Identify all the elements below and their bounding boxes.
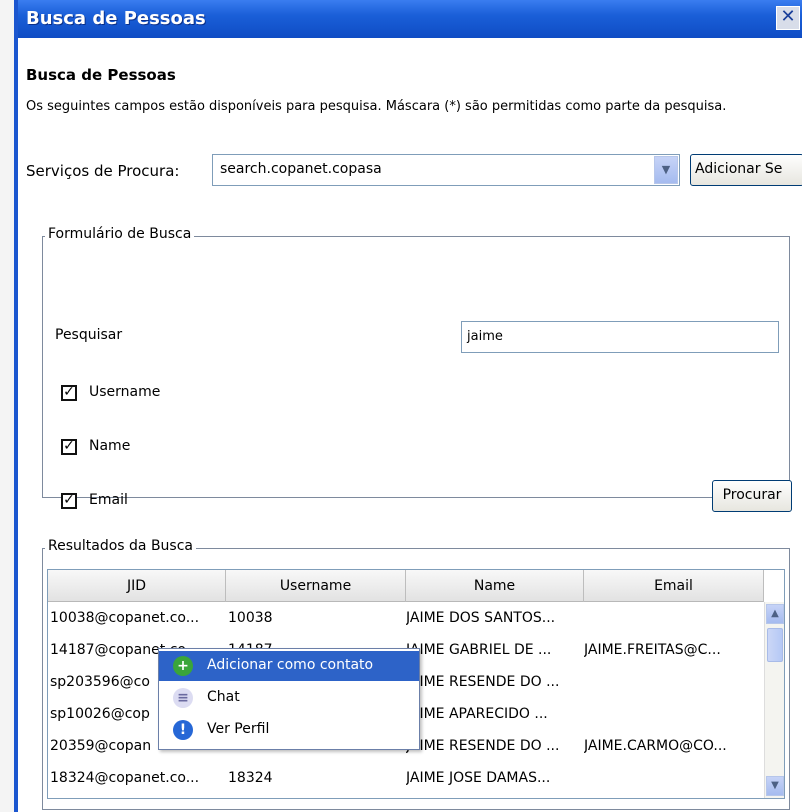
table-row[interactable]: 10038@copanet.co... 10038 JAIME DOS SANT… [48,602,764,634]
background-window-strip [0,0,14,812]
cell-name: JAIME APARECIDO ... [406,706,548,722]
menu-item-label: Chat [207,689,240,705]
close-icon[interactable]: ✕ [776,6,800,30]
results-scrollbar[interactable]: ▲ ▼ [764,602,784,798]
table-row[interactable]: 18324@copanet.co... 18324 JAIME JOSE DAM… [48,762,764,794]
search-form-group: Formulário de Busca Pesquisar jaime ✓ Us… [42,226,790,509]
cell-name: JAIME JOSE DAMAS... [406,770,551,786]
menu-item-add-contact[interactable]: + Adicionar como contato [159,651,419,681]
cell-jid: 10038@copanet.co... [50,610,200,626]
menu-item-label: Adicionar como contato [207,657,374,673]
cell-email: JAIME.CARMO@CO... [584,738,727,754]
search-service-value: search.copanet.copasa [220,161,382,177]
cell-name: JAIME RESENDE DO ... [406,674,560,690]
cell-username: 18324 [228,770,273,786]
column-header-jid[interactable]: JID [48,570,226,602]
cell-name: JAIME RESENDE DO ... [406,738,560,754]
search-service-select[interactable]: search.copanet.copasa ▼ [212,154,680,186]
name-checkbox[interactable]: ✓ [61,439,77,455]
chat-icon: ≡ [173,688,193,708]
search-label: Pesquisar [55,327,123,343]
menu-item-view-profile[interactable]: ! Ver Perfil [159,715,419,745]
search-input[interactable]: jaime [461,321,779,353]
email-checkbox-label: Email [89,492,128,508]
search-button[interactable]: Procurar [712,480,792,512]
results-table-header: JID Username Name Email [48,570,764,602]
search-service-label: Serviços de Procura: [26,162,180,180]
window-title: Busca de Pessoas [26,8,206,29]
cell-name: JAIME DOS SANTOS... [406,610,556,626]
page-title: Busca de Pessoas [26,66,176,84]
username-checkbox[interactable]: ✓ [61,385,77,401]
menu-item-label: Ver Perfil [207,721,270,737]
add-service-button[interactable]: Adicionar Se [690,154,802,186]
title-bar[interactable]: Busca de Pessoas ✕ [18,0,802,38]
info-icon: ! [173,720,193,740]
column-header-username[interactable]: Username [226,570,406,602]
context-menu: + Adicionar como contato ≡ Chat ! Ver Pe… [158,648,420,750]
column-header-email[interactable]: Email [584,570,764,602]
cell-username: 10038 [228,610,273,626]
search-form-legend: Formulário de Busca [45,226,195,242]
scrollbar-thumb[interactable] [767,628,783,662]
chevron-up-icon[interactable]: ▲ [766,604,784,624]
search-input-value: jaime [467,329,503,344]
name-checkbox-label: Name [89,438,131,454]
cell-name: JAIME GABRIEL DE ... [406,642,552,658]
search-results-legend: Resultados da Busca [45,538,196,554]
email-checkbox[interactable]: ✓ [61,493,77,509]
menu-item-chat[interactable]: ≡ Chat [159,683,419,713]
username-checkbox-label: Username [89,384,161,400]
chevron-down-icon[interactable]: ▼ [766,776,784,796]
column-header-name[interactable]: Name [406,570,584,602]
chevron-down-icon[interactable]: ▼ [654,156,678,184]
cell-jid: 18324@copanet.co... [50,770,200,786]
cell-email: JAIME.FREITAS@C... [584,642,721,658]
add-contact-icon: + [173,656,193,676]
description-text: Os seguintes campos estão disponíveis pa… [26,99,727,114]
